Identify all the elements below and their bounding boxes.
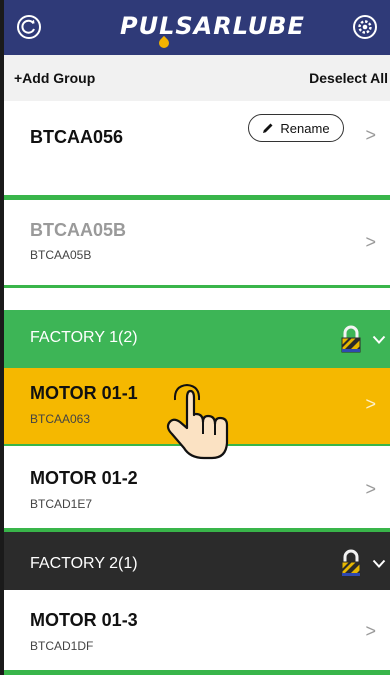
lock-button[interactable] (340, 325, 362, 358)
rename-button[interactable]: Rename (248, 114, 344, 142)
chevron-down-icon[interactable] (372, 556, 386, 574)
hand-pointer-icon (166, 383, 229, 460)
device-title: MOTOR 01-1 (30, 383, 138, 403)
green-divider (0, 285, 390, 288)
chevron-right-icon: > (365, 125, 376, 145)
device-id: BTCAD1E7 (30, 497, 93, 511)
left-frame-border (0, 0, 4, 675)
pencil-icon (263, 123, 273, 133)
group-header-factory-1[interactable]: FACTORY 1(2) (0, 310, 390, 368)
app-header: PULSARLUBE (0, 0, 390, 55)
device-id: BTCAD1DF (30, 639, 94, 653)
device-row-btcaa05b[interactable]: BTCAA05B BTCAA05B > (0, 200, 390, 285)
green-divider (0, 670, 390, 675)
lock-icon (341, 549, 361, 577)
device-title: MOTOR 01-2 (30, 468, 138, 488)
group-label: FACTORY 1(2) (30, 329, 138, 346)
refresh-icon (17, 15, 41, 39)
device-id: BTCAA063 (30, 412, 91, 426)
gear-icon (353, 15, 377, 39)
add-group-button[interactable]: +Add Group (14, 70, 95, 86)
group-header-factory-2[interactable]: FACTORY 2(1) (0, 532, 390, 590)
chevron-right-icon: > (365, 232, 376, 252)
chevron-right-icon: > (365, 394, 376, 414)
chevron-right-icon: > (365, 479, 376, 499)
group-label: FACTORY 2(1) (30, 555, 138, 572)
rename-label: Rename (280, 120, 330, 136)
settings-button[interactable] (350, 12, 380, 42)
device-title: BTCAA056 (30, 127, 124, 147)
chevron-down-icon[interactable] (372, 332, 386, 350)
device-title: BTCAA05B (30, 220, 127, 240)
refresh-button[interactable] (14, 12, 44, 42)
lock-button[interactable] (340, 549, 362, 582)
lock-icon (341, 325, 361, 353)
chevron-right-icon: > (365, 621, 376, 641)
brand-logo: PULSARLUBE (120, 12, 305, 40)
app-screen: PULSARLUBE +Add Group Deselect All BTCAA… (0, 0, 390, 675)
group-toolbar: +Add Group Deselect All (0, 55, 390, 102)
device-title: MOTOR 01-3 (30, 610, 138, 630)
deselect-all-button[interactable]: Deselect All (309, 70, 388, 86)
device-id: BTCAA05B (30, 248, 92, 262)
device-row-motor-01-3[interactable]: MOTOR 01-3 BTCAD1DF > (0, 590, 390, 670)
